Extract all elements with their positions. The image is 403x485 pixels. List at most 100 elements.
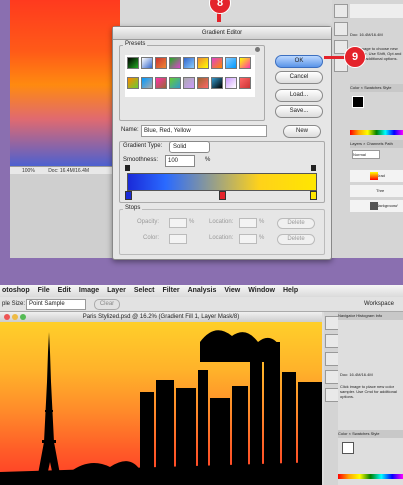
menu-item[interactable]: Window — [248, 287, 275, 294]
foreground-color-swatch[interactable] — [342, 442, 354, 454]
preset-swatch[interactable] — [183, 77, 195, 89]
menu-item[interactable]: Filter — [162, 287, 179, 294]
window-zoom-icon[interactable] — [20, 314, 26, 320]
preset-swatch[interactable] — [211, 77, 223, 89]
opacity-stop-right[interactable] — [311, 165, 316, 171]
blend-mode-select[interactable]: Normal — [352, 150, 380, 159]
preset-swatch[interactable] — [141, 77, 153, 89]
opacity-location-label: Location: — [209, 219, 234, 225]
color-location-field[interactable] — [239, 234, 257, 244]
preset-swatch[interactable] — [225, 57, 237, 69]
opacity-location-field[interactable] — [239, 218, 257, 228]
document-canvas[interactable] — [10, 0, 120, 170]
dock-icon-2[interactable] — [325, 334, 339, 348]
opacity-field[interactable] — [169, 218, 187, 228]
preset-swatch[interactable] — [211, 57, 223, 69]
preset-swatch[interactable] — [141, 57, 153, 69]
presets-label: Presets — [123, 41, 148, 47]
preset-swatch[interactable] — [169, 77, 181, 89]
presets-menu-icon[interactable] — [255, 47, 260, 52]
smoothness-field[interactable]: 100 — [165, 155, 195, 167]
preset-swatch[interactable] — [239, 77, 251, 89]
name-field[interactable]: Blue, Red, Yellow — [141, 125, 267, 137]
opacity-stop-left[interactable] — [125, 165, 130, 171]
save-button[interactable]: Save... — [275, 105, 323, 118]
workspace-button[interactable]: Workspace — [364, 297, 394, 311]
preset-swatch[interactable] — [127, 77, 139, 89]
stops-group — [119, 209, 325, 255]
preset-swatch[interactable] — [183, 57, 195, 69]
new-button[interactable]: New — [283, 125, 321, 138]
gradient-type-select[interactable]: Solid — [169, 141, 210, 153]
opacity-label: Opacity: — [137, 219, 160, 225]
window-minimize-icon[interactable] — [12, 314, 18, 320]
bottom-panel-dock — [324, 312, 339, 485]
clear-button[interactable]: Clear — [94, 299, 120, 310]
bottom-right-panels: Navigator Histogram Info Doc: 16.4M/16.4… — [338, 312, 403, 485]
menu-item[interactable]: Layer — [107, 287, 126, 294]
layers-panel-tabs[interactable]: Layers × Channels Path — [350, 140, 403, 148]
panel-tool-icon-2[interactable] — [334, 22, 348, 36]
menu-item[interactable]: Help — [283, 287, 298, 294]
name-label: Name: — [121, 127, 139, 133]
info-hint: Click image to place new color sampler. … — [340, 384, 397, 399]
color-stop-yellow[interactable] — [310, 191, 317, 200]
navigator-tabs[interactable]: Navigator Histogram Info — [338, 312, 403, 320]
opacity-location-unit: % — [259, 219, 265, 225]
opacity-delete-button[interactable]: Delete — [277, 218, 315, 229]
menu-item[interactable]: File — [38, 287, 50, 294]
color-panel-tabs[interactable]: Color × Swatches Style — [338, 430, 403, 438]
stops-label: Stops — [123, 205, 143, 211]
menu-item[interactable]: Select — [134, 287, 155, 294]
document-canvas[interactable] — [0, 322, 322, 485]
gradient-bar[interactable] — [127, 173, 317, 191]
dock-icon-1[interactable] — [325, 316, 339, 330]
paris-skyline-silhouette — [0, 330, 322, 485]
panel-tool-icon-1[interactable] — [334, 4, 348, 18]
color-label: Color: — [143, 235, 160, 241]
preset-swatch[interactable] — [239, 57, 251, 69]
menu-item[interactable]: Edit — [58, 287, 71, 294]
color-swatch-field[interactable] — [169, 234, 187, 244]
preset-swatch[interactable] — [197, 57, 209, 69]
color-location-unit: % — [259, 235, 265, 241]
layer-gradient-thumb — [370, 172, 378, 180]
color-location-label: Location: — [209, 235, 234, 241]
preset-swatch[interactable] — [225, 77, 237, 89]
menu-item[interactable]: otoshop — [2, 287, 30, 294]
right-panels-top: Doc: 16.4M/16.4M Click image to choose n… — [332, 0, 403, 258]
dock-icon-3[interactable] — [325, 352, 339, 366]
color-stop-red[interactable] — [219, 191, 226, 200]
menu-item[interactable]: Image — [79, 287, 99, 294]
callout-9: 9 — [344, 46, 366, 68]
color-stop-blue[interactable] — [125, 191, 132, 200]
color-ramp[interactable] — [350, 130, 403, 135]
menu-item[interactable]: Analysis — [188, 287, 217, 294]
ok-button[interactable]: OK — [275, 55, 323, 68]
foreground-color-swatch[interactable] — [352, 96, 364, 108]
preset-swatch[interactable] — [127, 57, 139, 69]
preset-swatch[interactable] — [155, 77, 167, 89]
layer-background-thumb — [370, 202, 378, 210]
sample-size-select[interactable]: Point Sample — [26, 299, 86, 310]
window-close-icon[interactable] — [4, 314, 10, 320]
color-ramp[interactable] — [338, 474, 403, 479]
sample-size-label: ple Size: — [2, 301, 26, 307]
preset-swatch[interactable] — [197, 77, 209, 89]
smoothness-unit: % — [205, 157, 211, 163]
bottom-screenshot: otoshop File Edit Image Layer Select Filter Ana… — [0, 285, 403, 485]
workspace-background — [10, 174, 120, 258]
cancel-button[interactable]: Cancel — [275, 71, 323, 84]
opacity-unit: % — [189, 219, 195, 225]
menu-item[interactable]: View — [224, 287, 240, 294]
color-panel-tabs[interactable]: Color × Swatches Style — [350, 84, 403, 92]
preset-swatch[interactable] — [155, 57, 167, 69]
layer-threshold[interactable]: Thre — [350, 185, 403, 197]
dock-icon-4[interactable] — [325, 370, 339, 384]
gradient-editor-dialog: Gradient Editor Presets OK Cancel Load..… — [112, 26, 332, 260]
color-delete-button[interactable]: Delete — [277, 234, 315, 245]
preset-swatch[interactable] — [169, 57, 181, 69]
load-button[interactable]: Load... — [275, 89, 323, 102]
dock-icon-5[interactable] — [325, 388, 339, 402]
presets-grid — [125, 55, 255, 97]
